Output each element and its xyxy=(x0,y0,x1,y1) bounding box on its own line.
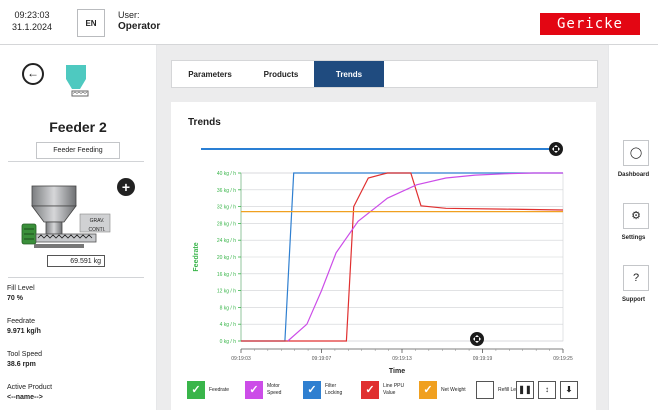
help-icon[interactable]: ? xyxy=(623,265,649,291)
legend-checkbox[interactable]: ✓ xyxy=(419,381,437,399)
tab-products[interactable]: Products xyxy=(248,61,314,87)
legend-item[interactable]: ✓ Feedrate xyxy=(187,381,229,399)
back-arrow-icon[interactable]: ← xyxy=(22,63,44,85)
x-tick-label: 09:19:13 xyxy=(392,356,412,362)
legend-item[interactable]: ✓ Filter Locking xyxy=(303,381,353,399)
feeder-status: Feeder Feeding xyxy=(36,142,120,159)
legend-checkbox[interactable]: ✓ xyxy=(187,381,205,399)
stat-value: 38.6 rpm xyxy=(7,361,36,368)
time-text: 09:23:03 xyxy=(14,10,50,20)
y-tick-label: 24 kg / h xyxy=(217,238,236,244)
legend-checkbox[interactable]: ✓ xyxy=(361,381,379,399)
diagram-label-2: CONTI. xyxy=(88,227,106,233)
tab-trends[interactable]: Trends xyxy=(314,61,384,87)
feeder-name: Feeder 2 xyxy=(49,119,107,135)
trends-card: Trends 0 kg / h4 kg / h8 kg / h 12 kg / h… xyxy=(171,102,596,410)
stat-label: Fill Level xyxy=(7,285,35,292)
fit-icon[interactable]: ↕ xyxy=(538,381,556,399)
divider xyxy=(8,161,144,162)
x-tick-label: 09:19:19 xyxy=(473,356,493,362)
y-tick-label: 12 kg / h xyxy=(217,289,236,295)
right-nav: ◯ Dashboard ⚙ Settings ? Support xyxy=(609,45,658,410)
stat-feedrate: Feedrate 9.971 kg/h xyxy=(7,317,41,337)
dashboard-icon[interactable]: ◯ xyxy=(623,140,649,166)
plus-icon[interactable]: + xyxy=(117,178,135,196)
y-tick-label: 8 kg / h xyxy=(220,305,237,311)
diagram-label: GRAV. CONTI. xyxy=(86,217,108,235)
x-axis-label: Time xyxy=(389,368,405,375)
stat-tool-speed: Tool Speed 38.6 rpm xyxy=(7,350,42,370)
legend-item[interactable]: ✓ Motor Speed xyxy=(245,381,295,399)
gear-icon[interactable]: ⚙ xyxy=(623,203,649,229)
legend-label: Filter Locking xyxy=(325,383,343,396)
x-tick-label: 09:19:03 xyxy=(231,356,251,362)
y-axis-label: Feedrate xyxy=(193,242,200,271)
y-tick-label: 20 kg / h xyxy=(217,255,236,261)
dashboard-label[interactable]: Dashboard xyxy=(609,172,658,178)
stat-label: Tool Speed xyxy=(7,351,43,358)
trend-chart: 0 kg / h 4 kg / h 8 kg / h 12 kg / h 16 kg /… xyxy=(193,142,573,375)
date-text: 31.1.2024 xyxy=(11,22,53,32)
datetime: 09:23:03 31.1.2024 xyxy=(7,9,57,33)
legend-item[interactable]: ✓ Net Weight xyxy=(419,381,466,399)
stat-value: 9.971 kg/h xyxy=(7,328,41,335)
user-label: User: xyxy=(118,10,140,20)
stat-value: <--name--> xyxy=(7,394,43,401)
legend-item[interactable]: ✓ Line PPU Value xyxy=(361,381,411,399)
feeder-panel: ← Feeder 2 Feeder Feeding + GRAV. CONTI.… xyxy=(0,45,156,410)
download-icon[interactable]: ⬇ xyxy=(560,381,578,399)
pause-icon[interactable]: ❚❚ xyxy=(516,381,534,399)
stat-label: Active Product xyxy=(7,384,53,391)
divider xyxy=(8,277,144,278)
y-tick-label: 32 kg / h xyxy=(217,205,236,211)
legend-checkbox[interactable]: ✓ xyxy=(303,381,321,399)
x-tick-label: 09:19:07 xyxy=(312,356,332,362)
language-button[interactable]: EN xyxy=(77,9,105,37)
legend-label: Motor Speed xyxy=(267,383,282,396)
settings-label[interactable]: Settings xyxy=(609,235,658,241)
cursor-handle[interactable] xyxy=(470,332,484,346)
legend-label: Net Weight xyxy=(441,386,466,393)
y-tick-label: 28 kg / h xyxy=(217,221,236,227)
stat-active-product: Active Product <--name--> xyxy=(7,383,52,403)
top-bar: 09:23:03 31.1.2024 EN User: Operator Ger… xyxy=(0,0,658,45)
brand-logo: Gericke xyxy=(540,13,640,35)
y-tick-label: 40 kg / h xyxy=(217,171,236,177)
weight-readout: 69.591 kg xyxy=(47,255,105,267)
tab-parameters[interactable]: Parameters xyxy=(172,61,248,87)
x-tick-label: 09:19:25 xyxy=(553,356,573,362)
y-tick-label: 36 kg / h xyxy=(217,188,236,194)
y-tick-label: 0 kg / h xyxy=(220,339,237,345)
tab-bar: Parameters Products Trends xyxy=(171,60,598,88)
user-value: Operator xyxy=(118,21,161,32)
legend-checkbox[interactable] xyxy=(476,381,494,399)
legend-label: Line PPU Value xyxy=(383,383,405,396)
stat-value: 70 % xyxy=(7,295,23,302)
legend-label: Feedrate xyxy=(209,386,230,393)
stat-fill-level: Fill Level 70 % xyxy=(7,284,35,304)
time-range-handle[interactable] xyxy=(549,142,563,156)
y-tick-label: 16 kg / h xyxy=(217,272,236,278)
hopper-icon xyxy=(66,65,89,97)
stat-label: Feedrate xyxy=(7,318,36,325)
user-info: User: Operator xyxy=(118,9,160,33)
diagram-label-1: GRAV. xyxy=(89,218,105,224)
y-tick-label: 4 kg / h xyxy=(220,322,237,328)
support-label[interactable]: Support xyxy=(609,297,658,303)
legend-checkbox[interactable]: ✓ xyxy=(245,381,263,399)
